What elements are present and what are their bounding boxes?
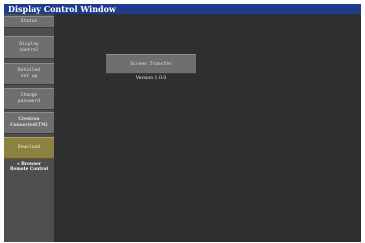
browser-remote-control-link[interactable]: » Browser Remote Control	[4, 162, 54, 174]
nav-detailed-setup-button[interactable]: Detailed set up	[4, 63, 54, 85]
nav-status-button[interactable]: Status	[4, 16, 54, 28]
screen-transfer-label: Screen Transfer	[130, 61, 172, 67]
version-text: Version 1.0.0	[135, 76, 167, 81]
nav-download-button[interactable]: Download	[4, 137, 54, 159]
display-control-window: Display Control Window Status Display co…	[4, 4, 361, 242]
window-title: Display Control Window	[4, 4, 361, 14]
nav-crestron-button[interactable]: Crestron Connected(TM)	[4, 112, 54, 134]
sidebar: Status Display control Detailed set up C…	[4, 14, 54, 242]
screen-transfer-button[interactable]: Screen Transfer	[106, 54, 196, 74]
nav-change-password-button[interactable]: Change password	[4, 88, 54, 110]
nav-display-control-button[interactable]: Display control	[4, 36, 54, 59]
